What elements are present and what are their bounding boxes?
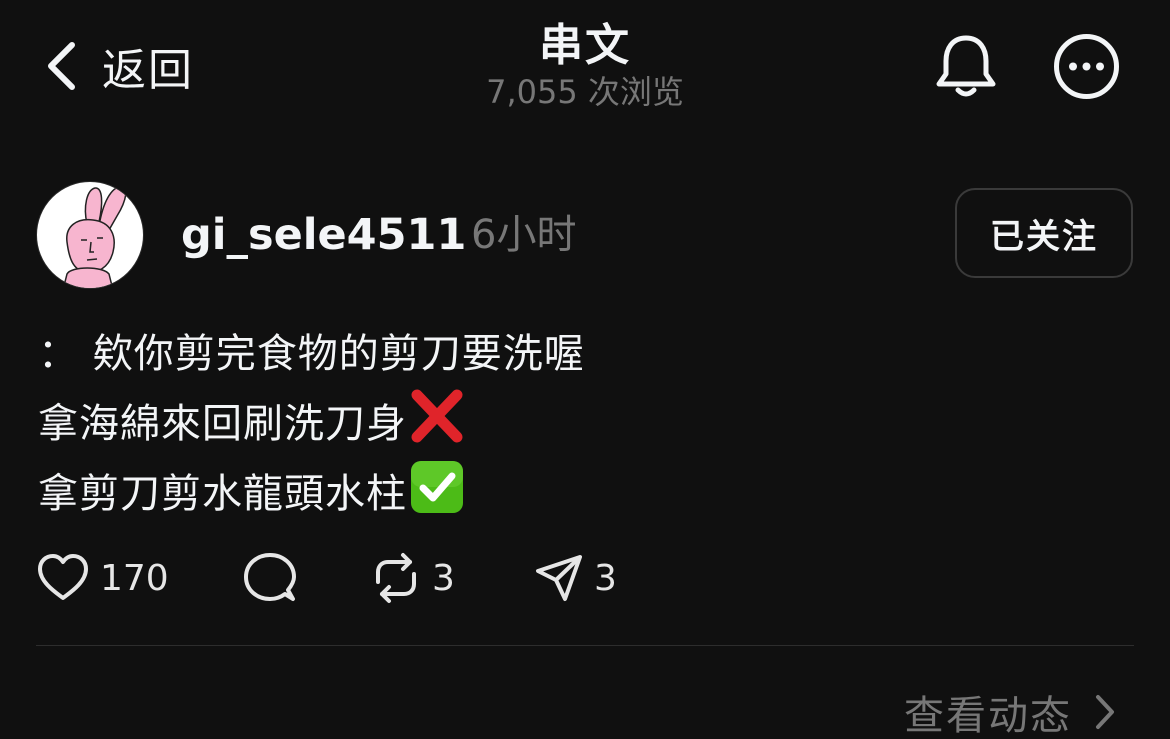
post-text: ： 欸你剪完食物的剪刀要洗喔: [38, 331, 585, 377]
more-icon[interactable]: [1053, 33, 1120, 100]
chevron-right-icon: [1096, 695, 1114, 729]
post-line: 拿海綿來回刷洗刀身: [38, 389, 1138, 459]
cross-mark-emoji-icon: [411, 389, 463, 443]
post-line: 拿剪刀剪水龍頭水柱: [38, 459, 1138, 529]
following-button[interactable]: 已关注: [955, 188, 1133, 278]
bell-icon[interactable]: [934, 32, 998, 100]
comment-button[interactable]: [244, 548, 296, 608]
like-count: 170: [100, 557, 169, 599]
post-detail-screen: 返回 串文 7,055 次浏览 gi_sele4511 6小时 已关注 ： 欸你…: [0, 0, 1170, 739]
view-activity-label: 查看动态: [904, 693, 1072, 739]
like-button[interactable]: 170: [36, 548, 169, 608]
post-line: ： 欸你剪完食物的剪刀要洗喔: [38, 320, 1138, 389]
username[interactable]: gi_sele4511: [181, 208, 466, 262]
post-content: ： 欸你剪完食物的剪刀要洗喔 拿海綿來回刷洗刀身 拿剪刀剪水龍頭水柱: [38, 320, 1138, 529]
heart-icon: [38, 554, 88, 600]
comment-icon: [244, 553, 296, 601]
avatar[interactable]: [36, 181, 144, 289]
repost-count: 3: [432, 557, 455, 599]
back-label: 返回: [102, 45, 194, 96]
chevron-left-icon: [48, 42, 75, 90]
back-button[interactable]: 返回: [44, 38, 194, 96]
post-time: 6小时: [471, 212, 577, 258]
check-mark-button-emoji-icon: [411, 461, 463, 513]
rabbit-avatar-icon: [62, 185, 127, 288]
divider: [36, 645, 1134, 646]
send-icon: [536, 555, 582, 601]
view-activity-link[interactable]: 查看动态: [904, 684, 1116, 739]
post-text: 拿剪刀剪水龍頭水柱: [38, 471, 407, 517]
post-actions: 170 3 3: [36, 548, 736, 608]
post-text: 拿海綿來回刷洗刀身: [38, 401, 407, 447]
share-button[interactable]: 3: [534, 548, 617, 608]
repost-button[interactable]: 3: [370, 548, 455, 608]
share-count: 3: [594, 557, 617, 599]
repost-icon: [376, 553, 416, 603]
